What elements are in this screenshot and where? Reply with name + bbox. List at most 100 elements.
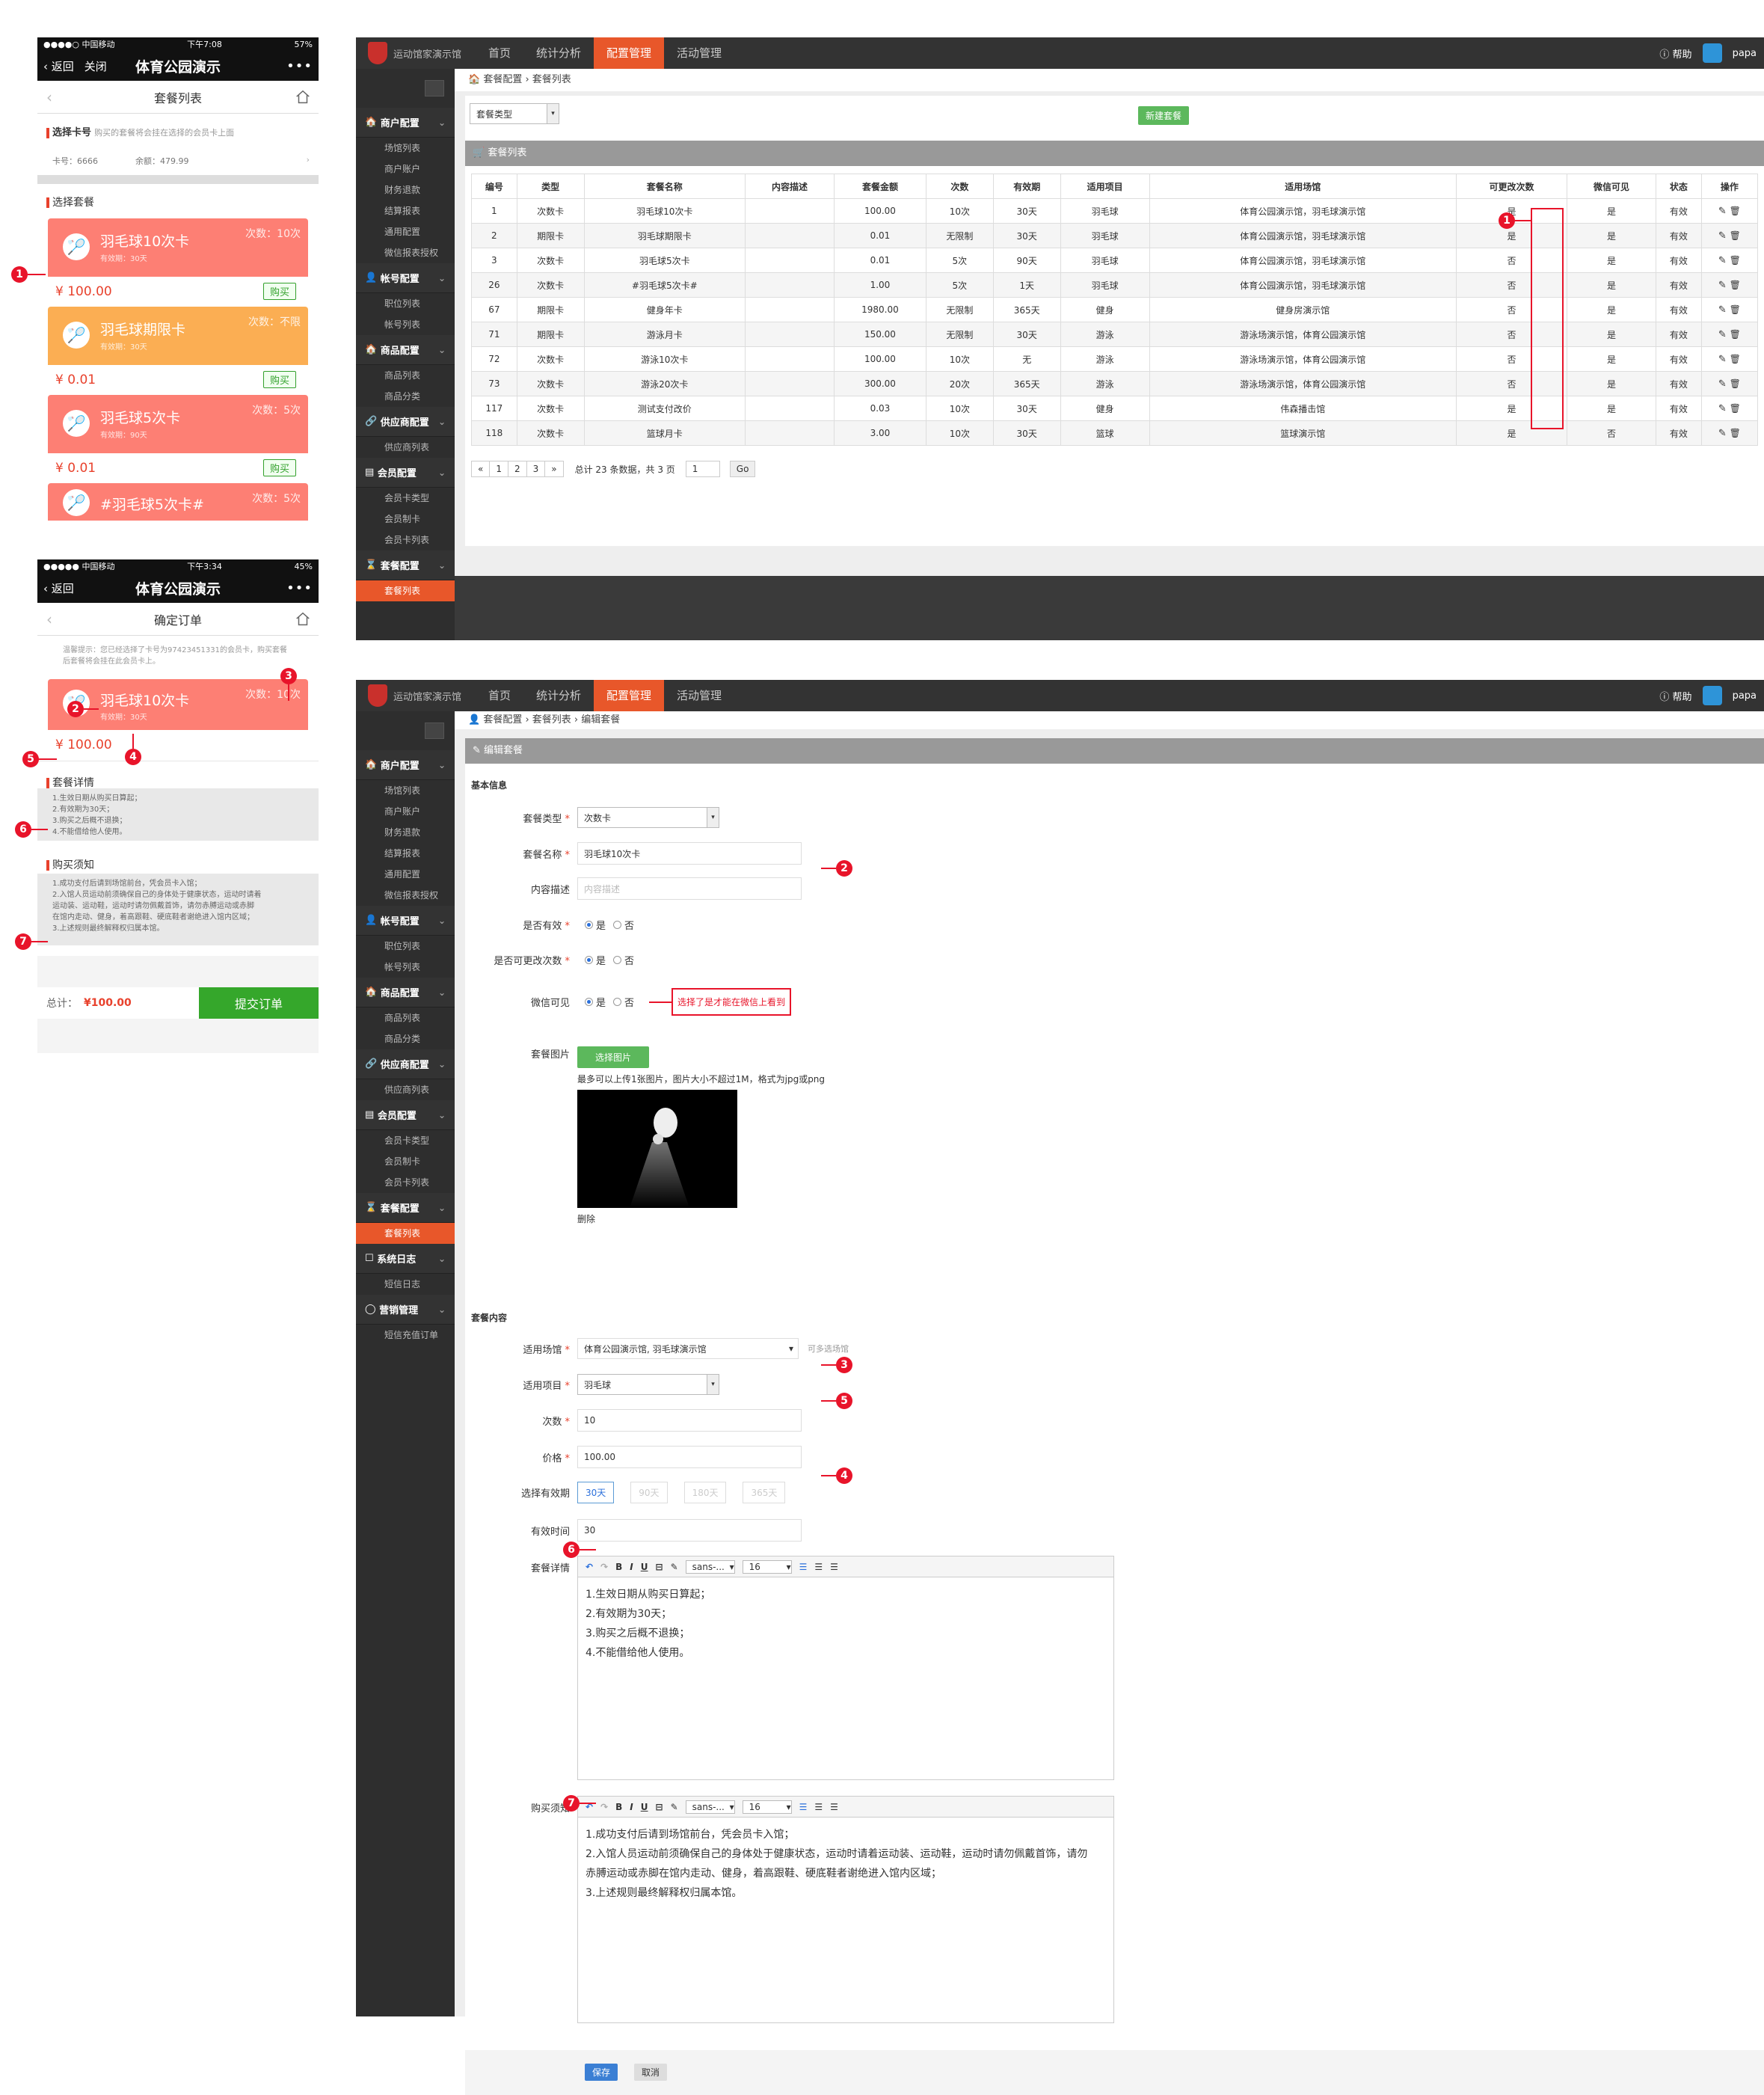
price-input[interactable]: 100.00 [577, 1446, 802, 1468]
edit-icon[interactable]: ✎ [1718, 329, 1727, 340]
sidebar-item[interactable]: 微信报表授权 [356, 885, 455, 906]
sidebar-item[interactable]: 商户账户 [356, 159, 455, 180]
home-icon[interactable] [295, 611, 311, 628]
delete-icon[interactable]: 🗑 [1730, 403, 1741, 414]
page-1[interactable]: 1 [489, 461, 508, 477]
sidebar-item[interactable]: 供应商列表 [356, 1079, 455, 1100]
sidebar-group-supplier[interactable]: 🔗 供应商配置 ⌄ [356, 1049, 455, 1079]
edit-icon[interactable]: ✎ [1718, 378, 1727, 390]
delete-icon[interactable]: 🗑 [1730, 329, 1741, 340]
font-family-select[interactable]: sans-... ▾ [685, 1559, 735, 1574]
align-center-icon[interactable]: ☰ [814, 1562, 823, 1572]
sidebar-group-syslog[interactable]: ☐ 系统日志 ⌄ [356, 1244, 455, 1274]
page-next[interactable]: » [544, 461, 564, 477]
sidebar-item[interactable]: 会员制卡 [356, 509, 455, 530]
user-name[interactable]: papa [1733, 48, 1757, 59]
package-type-filter[interactable]: 套餐类型 ▾ [470, 103, 559, 124]
font-size-select[interactable]: 16 ▾ [742, 1559, 792, 1574]
package-card[interactable]: 🏸 羽毛球5次卡 有效期：90天 次数：5次 ¥ 0.01 购买 [48, 395, 308, 482]
sidebar-item-package-list[interactable]: 套餐列表 [356, 580, 455, 601]
page-2[interactable]: 2 [507, 461, 527, 477]
bold-icon[interactable]: B [615, 1562, 622, 1572]
nav-statistics[interactable]: 统计分析 [523, 680, 594, 711]
sidebar-item[interactable]: 会员卡列表 [356, 1172, 455, 1193]
sidebar-group-member[interactable]: ▤ 会员配置 ⌄ [356, 1100, 455, 1130]
nav-activity[interactable]: 活动管理 [664, 37, 734, 69]
delete-icon[interactable]: 🗑 [1730, 280, 1741, 290]
delete-icon[interactable]: 🗑 [1730, 255, 1741, 266]
more-button[interactable]: ••• [286, 58, 313, 74]
strike-icon[interactable]: ⊟ [656, 1802, 663, 1812]
sidebar-item[interactable]: 商品列表 [356, 365, 455, 386]
sidebar-item[interactable]: 会员卡类型 [356, 488, 455, 509]
brush-icon[interactable]: ✎ [671, 1802, 678, 1812]
wechat-yes-radio[interactable] [585, 998, 593, 1006]
package-card[interactable]: 🏸 羽毛球期限卡 有效期：30天 次数：不限 ¥ 0.01 购买 [48, 307, 308, 393]
page-input[interactable]: 1 [685, 461, 720, 477]
edit-icon[interactable]: ✎ [1718, 304, 1727, 316]
submit-order-button[interactable]: 提交订单 [199, 987, 319, 1019]
close-button[interactable]: 关闭 [84, 58, 107, 74]
wechat-no-radio[interactable] [613, 998, 622, 1006]
sidebar-item-package-list[interactable]: 套餐列表 [356, 1223, 455, 1244]
sidebar-group-merchant[interactable]: 🏠 商户配置 ⌄ [356, 750, 455, 780]
edit-icon[interactable]: ✎ [1718, 280, 1727, 291]
nav-activity[interactable]: 活动管理 [664, 680, 734, 711]
edit-icon[interactable]: ✎ [1718, 206, 1727, 217]
new-package-button[interactable]: 新建套餐 [1138, 106, 1190, 125]
delete-icon[interactable]: 🗑 [1730, 304, 1741, 315]
italic-icon[interactable]: I [630, 1562, 633, 1572]
package-card[interactable]: 🏸 #羽毛球5次卡# 次数：5次 [48, 483, 308, 521]
nav-statistics[interactable]: 统计分析 [523, 37, 594, 69]
help-link[interactable]: ⓘ 帮助 [1659, 689, 1691, 703]
nav-home[interactable]: 首页 [476, 680, 523, 711]
edit-icon[interactable]: ✎ [1718, 230, 1727, 242]
sidebar-item[interactable]: 短信日志 [356, 1274, 455, 1295]
undo-icon[interactable]: ↶ [586, 1562, 593, 1572]
sidebar-item[interactable]: 商品分类 [356, 386, 455, 407]
sidebar-item[interactable]: 帐号列表 [356, 314, 455, 335]
count-input[interactable]: 10 [577, 1409, 802, 1432]
sidebar-item[interactable]: 场馆列表 [356, 780, 455, 801]
valid-yes-radio[interactable] [585, 921, 593, 929]
delete-icon[interactable]: 🗑 [1730, 354, 1741, 364]
nav-config[interactable]: 配置管理 [594, 680, 665, 711]
sidebar-group-package[interactable]: ⌛ 套餐配置 ⌄ [356, 1193, 455, 1223]
item-select[interactable]: 羽毛球 ▾ [577, 1374, 719, 1395]
sidebar-group-goods[interactable]: 🏠 商品配置 ⌄ [356, 335, 455, 365]
choose-image-button[interactable]: 选择图片 [577, 1046, 650, 1068]
sidebar-item[interactable]: 微信报表授权 [356, 242, 455, 263]
bold-icon[interactable]: B [615, 1802, 622, 1812]
avatar[interactable] [1702, 43, 1722, 63]
go-button[interactable]: Go [729, 461, 756, 477]
font-family-select[interactable]: sans-... ▾ [685, 1800, 735, 1814]
cancel-button[interactable]: 取消 [634, 2064, 668, 2081]
sidebar-item[interactable]: 商品列表 [356, 1007, 455, 1028]
delete-image-link[interactable]: 删除 [577, 1212, 825, 1225]
edit-icon[interactable]: ✎ [1718, 354, 1727, 365]
back-button[interactable]: ‹ 返回 [43, 580, 74, 596]
align-left-icon[interactable]: ☰ [799, 1802, 808, 1812]
back-button[interactable]: ‹ 返回 [43, 58, 74, 74]
venue-select[interactable]: 体育公园演示馆, 羽毛球演示馆 ▾ [577, 1338, 799, 1359]
sidebar-item[interactable]: 财务退款 [356, 180, 455, 200]
sidebar-item[interactable]: 商户账户 [356, 801, 455, 822]
name-input[interactable]: 羽毛球10次卡 [577, 842, 802, 865]
sidebar-group-account[interactable]: 👤 帐号配置 ⌄ [356, 906, 455, 936]
sidebar-item[interactable]: 帐号列表 [356, 957, 455, 978]
brush-icon[interactable]: ✎ [671, 1562, 678, 1572]
sidebar-item[interactable]: 会员卡列表 [356, 530, 455, 550]
sidebar-item[interactable]: 供应商列表 [356, 437, 455, 458]
delete-icon[interactable]: 🗑 [1730, 206, 1741, 216]
sidebar-group-supplier[interactable]: 🔗 供应商配置 ⌄ [356, 407, 455, 437]
delete-icon[interactable]: 🗑 [1730, 230, 1741, 241]
buy-button[interactable]: 购买 [262, 459, 296, 476]
chevron-left-icon[interactable]: ‹ [46, 88, 52, 106]
edit-icon[interactable]: ✎ [1718, 403, 1727, 414]
align-right-icon[interactable]: ☰ [830, 1562, 838, 1572]
sidebar-item[interactable]: 通用配置 [356, 864, 455, 885]
sidebar-item[interactable]: 财务退款 [356, 822, 455, 843]
sidebar-group-member[interactable]: ▤ 会员配置 ⌄ [356, 458, 455, 488]
detail-editor[interactable]: ↶ ↷ B I U ⊟ ✎ sans-... ▾ 16 ▾ ☰ ☰ ☰ 1.生效日期从购买日算起； 2.有效… [577, 1556, 1114, 1780]
period-90-button[interactable]: 90天 [630, 1482, 668, 1503]
